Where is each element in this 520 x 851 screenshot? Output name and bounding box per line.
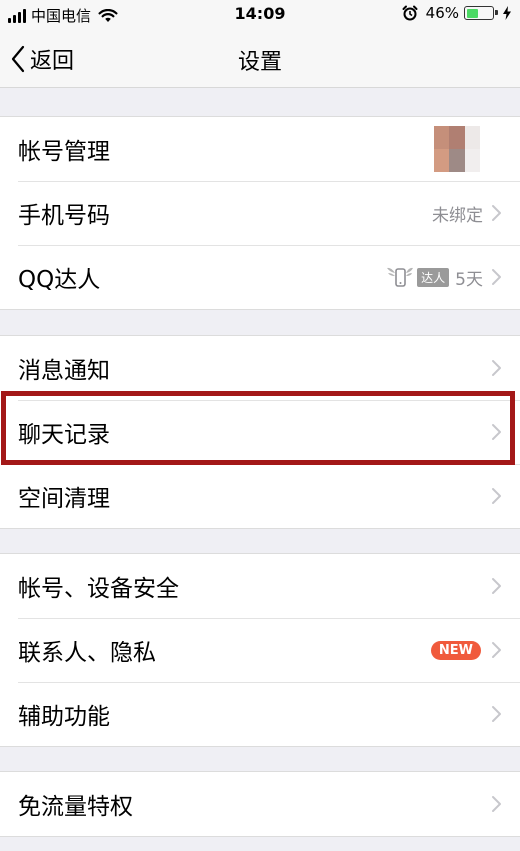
settings-group-security: 帐号、设备安全 联系人、隐私 NEW 辅助功能 — [0, 553, 520, 747]
talent-days: 5天 — [455, 269, 483, 290]
winged-phone-icon — [387, 267, 414, 287]
new-badge: NEW — [430, 640, 481, 660]
back-button[interactable]: 返回 — [10, 43, 74, 75]
chevron-right-icon — [492, 269, 501, 285]
settings-item-account-management[interactable]: 帐号管理 — [0, 117, 520, 181]
settings-item-label: 消息通知 — [18, 358, 110, 384]
settings-item-label: 帐号、设备安全 — [18, 576, 179, 602]
chevron-right-icon — [492, 205, 501, 221]
chevron-right-icon — [492, 424, 501, 440]
talent-tag: 达人 — [417, 267, 450, 287]
charging-icon — [503, 6, 511, 20]
settings-item-label: 聊天记录 — [18, 422, 110, 448]
settings-item-qq-talent[interactable]: QQ达人 达人 5天 — [0, 245, 520, 309]
settings-item-label: 辅助功能 — [18, 704, 110, 730]
battery-icon — [464, 6, 498, 20]
phone-status-value: 未绑定 — [432, 205, 483, 226]
settings-group-account: 帐号管理 手机号码 未绑定 QQ达人 达人 5天 — [0, 116, 520, 310]
settings-item-accessibility[interactable]: 辅助功能 — [0, 682, 520, 746]
settings-item-label: 帐号管理 — [18, 139, 110, 165]
alarm-icon — [402, 5, 418, 21]
settings-group-messages: 消息通知 聊天记录 空间清理 — [0, 335, 520, 529]
settings-item-chat-history[interactable]: 聊天记录 — [0, 400, 520, 464]
settings-item-contacts-privacy[interactable]: 联系人、隐私 NEW — [0, 618, 520, 682]
back-chevron-icon — [11, 45, 25, 73]
settings-item-label: 免流量特权 — [18, 794, 133, 820]
settings-item-space-cleanup[interactable]: 空间清理 — [0, 464, 520, 528]
chevron-right-icon — [492, 706, 501, 722]
settings-item-label: 联系人、隐私 — [18, 640, 156, 666]
chevron-right-icon — [492, 578, 501, 594]
settings-item-account-device-security[interactable]: 帐号、设备安全 — [0, 554, 520, 618]
back-label: 返回 — [30, 49, 75, 74]
settings-item-label: 空间清理 — [18, 486, 110, 512]
settings-group-data: 免流量特权 — [0, 771, 520, 837]
chevron-right-icon — [492, 642, 501, 658]
talent-badge: 达人 5天 — [385, 264, 483, 290]
avatar — [434, 126, 480, 172]
settings-item-phone-number[interactable]: 手机号码 未绑定 — [0, 181, 520, 245]
chevron-right-icon — [492, 796, 501, 812]
settings-item-label: QQ达人 — [18, 267, 101, 293]
status-bar: 中国电信 14:09 46% — [0, 0, 520, 30]
settings-item-notifications[interactable]: 消息通知 — [0, 336, 520, 400]
settings-item-label: 手机号码 — [18, 203, 110, 229]
battery-percent: 46% — [425, 4, 459, 22]
navigation-bar: 返回 设置 — [0, 30, 520, 88]
chevron-right-icon — [492, 488, 501, 504]
chevron-right-icon — [492, 360, 501, 376]
page-title: 设置 — [237, 50, 282, 75]
settings-item-free-data-privilege[interactable]: 免流量特权 — [0, 772, 520, 836]
